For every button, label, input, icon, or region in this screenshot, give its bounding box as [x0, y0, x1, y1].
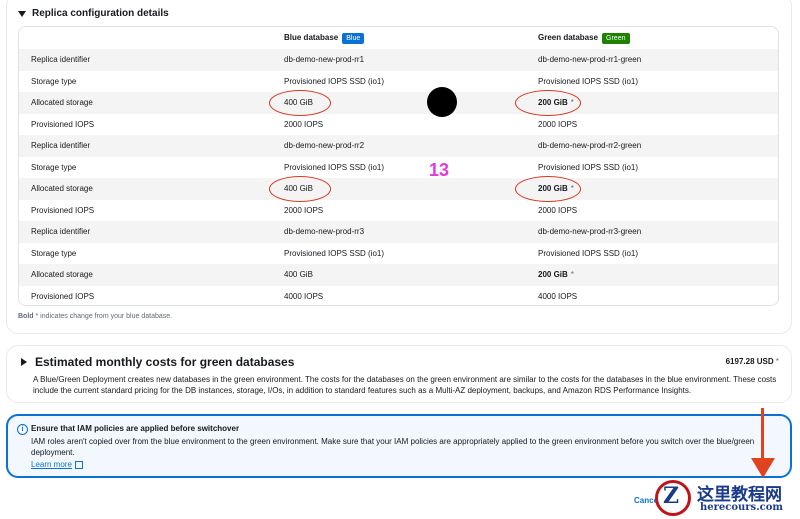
blue-value: 2000 IOPS — [284, 205, 324, 215]
green-value-text: Provisioned IOPS SSD (io1) — [538, 248, 639, 258]
table-row: Storage type Provisioned IOPS SSD (io1) Pr… — [19, 157, 778, 179]
black-dot-marker — [427, 87, 457, 117]
changed-marker: * — [570, 270, 574, 279]
blue-value: Provisioned IOPS SSD (io1) — [284, 76, 385, 86]
footnote-bold: Bold — [18, 313, 34, 320]
learn-more-link[interactable]: Learn more — [31, 460, 83, 469]
green-database-label: Green database — [538, 33, 599, 42]
table-row: Allocated storage 400 GiB 200 GiB * — [19, 264, 778, 286]
green-value-text: db-demo-new-prod-rr2-green — [538, 141, 642, 150]
green-value-text: 4000 IOPS — [538, 291, 578, 301]
green-value: 2000 IOPS — [538, 200, 577, 222]
green-value-text: db-demo-new-prod-rr1-green — [538, 55, 642, 64]
green-value-text: Provisioned IOPS SSD (io1) — [538, 162, 639, 172]
row-label: Replica identifier — [31, 55, 91, 64]
table-row: Storage type Provisioned IOPS SSD (io1) Pr… — [19, 243, 778, 265]
arrow-head-icon — [751, 458, 775, 478]
green-value: db-demo-new-prod-rr3-green — [538, 221, 641, 243]
highlight-ellipse — [515, 90, 581, 116]
green-value: 4000 IOPS — [538, 286, 578, 306]
alert-body: IAM roles aren't copied over from the bl… — [31, 437, 755, 457]
blue-value: 2000 IOPS — [284, 119, 324, 129]
alert-title: Ensure that IAM policies are applied bef… — [31, 424, 240, 433]
blue-value: 4000 IOPS — [284, 291, 324, 301]
table-row: Allocated storage 400 GiB 200 GiB * — [19, 92, 778, 114]
footnote-text: * indicates change from your blue databa… — [33, 313, 173, 320]
costs-panel: Estimated monthly costs for green databa… — [6, 345, 792, 403]
row-label: Storage type — [31, 248, 77, 258]
green-badge: Green — [602, 32, 630, 44]
table-row: Provisioned IOPS 2000 IOPS 2000 IOPS — [19, 114, 778, 136]
green-value: Provisioned IOPS SSD (io1) — [538, 243, 638, 265]
table-row: Provisioned IOPS 2000 IOPS 2000 IOPS — [19, 200, 778, 222]
row-label: Replica identifier — [31, 227, 91, 236]
replica-config-table: Blue database Blue Green database Green … — [18, 26, 779, 306]
blue-badge: Blue — [342, 32, 365, 44]
green-value: Provisioned IOPS SSD (io1) — [538, 157, 638, 179]
green-value-text: 2000 IOPS — [538, 205, 578, 215]
blue-value: Provisioned IOPS SSD (io1) — [284, 162, 385, 172]
table-header: Blue database Blue Green database Green — [19, 27, 778, 49]
green-value: 200 GiB * — [538, 264, 574, 286]
row-label: Allocated storage — [31, 184, 93, 193]
green-value: 2000 IOPS — [538, 114, 577, 136]
row-label: Allocated storage — [31, 270, 93, 279]
blue-database-header: Blue database Blue — [284, 27, 365, 49]
green-value: db-demo-new-prod-rr2-green — [538, 135, 641, 157]
blue-database-label: Blue database — [284, 33, 339, 42]
row-label: Storage type — [31, 162, 77, 172]
row-label: Provisioned IOPS — [31, 205, 95, 215]
watermark-logo-letter: Z — [663, 483, 680, 509]
watermark-text-en: herecours.com — [700, 502, 784, 513]
costs-description: A Blue/Green Deployment creates new data… — [33, 375, 777, 395]
row-label: Allocated storage — [31, 98, 93, 107]
highlight-ellipse — [269, 176, 331, 202]
caret-right-icon — [21, 358, 27, 366]
blue-value: db-demo-new-prod-rr2 — [284, 141, 365, 150]
table-row: Replica identifier db-demo-new-prod-rr1 db… — [19, 49, 778, 71]
table-row: Replica identifier db-demo-new-prod-rr3 db… — [19, 221, 778, 243]
blue-value: db-demo-new-prod-rr1 — [284, 55, 365, 64]
replica-section-title: Replica configuration details — [32, 8, 169, 19]
green-value-text: 200 GiB — [538, 270, 568, 279]
highlight-ellipse — [269, 90, 331, 116]
iam-info-alert: i Ensure that IAM policies are applied b… — [6, 414, 792, 478]
row-label: Replica identifier — [31, 141, 91, 150]
green-value: db-demo-new-prod-rr1-green — [538, 49, 641, 71]
info-icon: i — [17, 424, 28, 435]
external-link-icon — [74, 460, 83, 469]
blue-value: db-demo-new-prod-rr3 — [284, 227, 365, 236]
green-value-text: 2000 IOPS — [538, 119, 578, 129]
green-value-text: Provisioned IOPS SSD (io1) — [538, 76, 639, 86]
costs-amount: 6197.28 USD * — [726, 357, 779, 366]
row-label: Provisioned IOPS — [31, 119, 95, 129]
green-value: Provisioned IOPS SSD (io1) — [538, 71, 638, 93]
costs-title: Estimated monthly costs for green databa… — [35, 355, 295, 369]
table-row: Replica identifier db-demo-new-prod-rr2 db… — [19, 135, 778, 157]
table-row: Storage type Provisioned IOPS SSD (io1) Pr… — [19, 71, 778, 93]
table-row: Provisioned IOPS 4000 IOPS 4000 IOPS — [19, 286, 778, 306]
costs-amount-marker: * — [775, 357, 779, 366]
table-row: Allocated storage 400 GiB 200 GiB * — [19, 178, 778, 200]
green-database-header: Green database Green — [538, 27, 630, 49]
blue-value: Provisioned IOPS SSD (io1) — [284, 248, 385, 258]
row-label: Storage type — [31, 76, 77, 86]
learn-more-label: Learn more — [31, 460, 72, 469]
watermark: Z 这里教程网 herecours.com — [655, 478, 800, 519]
replica-section-header[interactable]: Replica configuration details — [18, 8, 169, 19]
changed-footnote: Bold * indicates change from your blue d… — [18, 313, 172, 320]
row-label: Provisioned IOPS — [31, 291, 95, 301]
caret-down-icon — [18, 10, 26, 17]
highlight-ellipse — [515, 176, 581, 202]
blue-value: 400 GiB — [284, 270, 313, 279]
green-value-text: db-demo-new-prod-rr3-green — [538, 227, 642, 236]
costs-amount-value: 6197.28 USD — [725, 357, 774, 366]
step-number-annotation: 13 — [429, 160, 450, 180]
costs-header[interactable]: Estimated monthly costs for green databa… — [21, 355, 294, 369]
